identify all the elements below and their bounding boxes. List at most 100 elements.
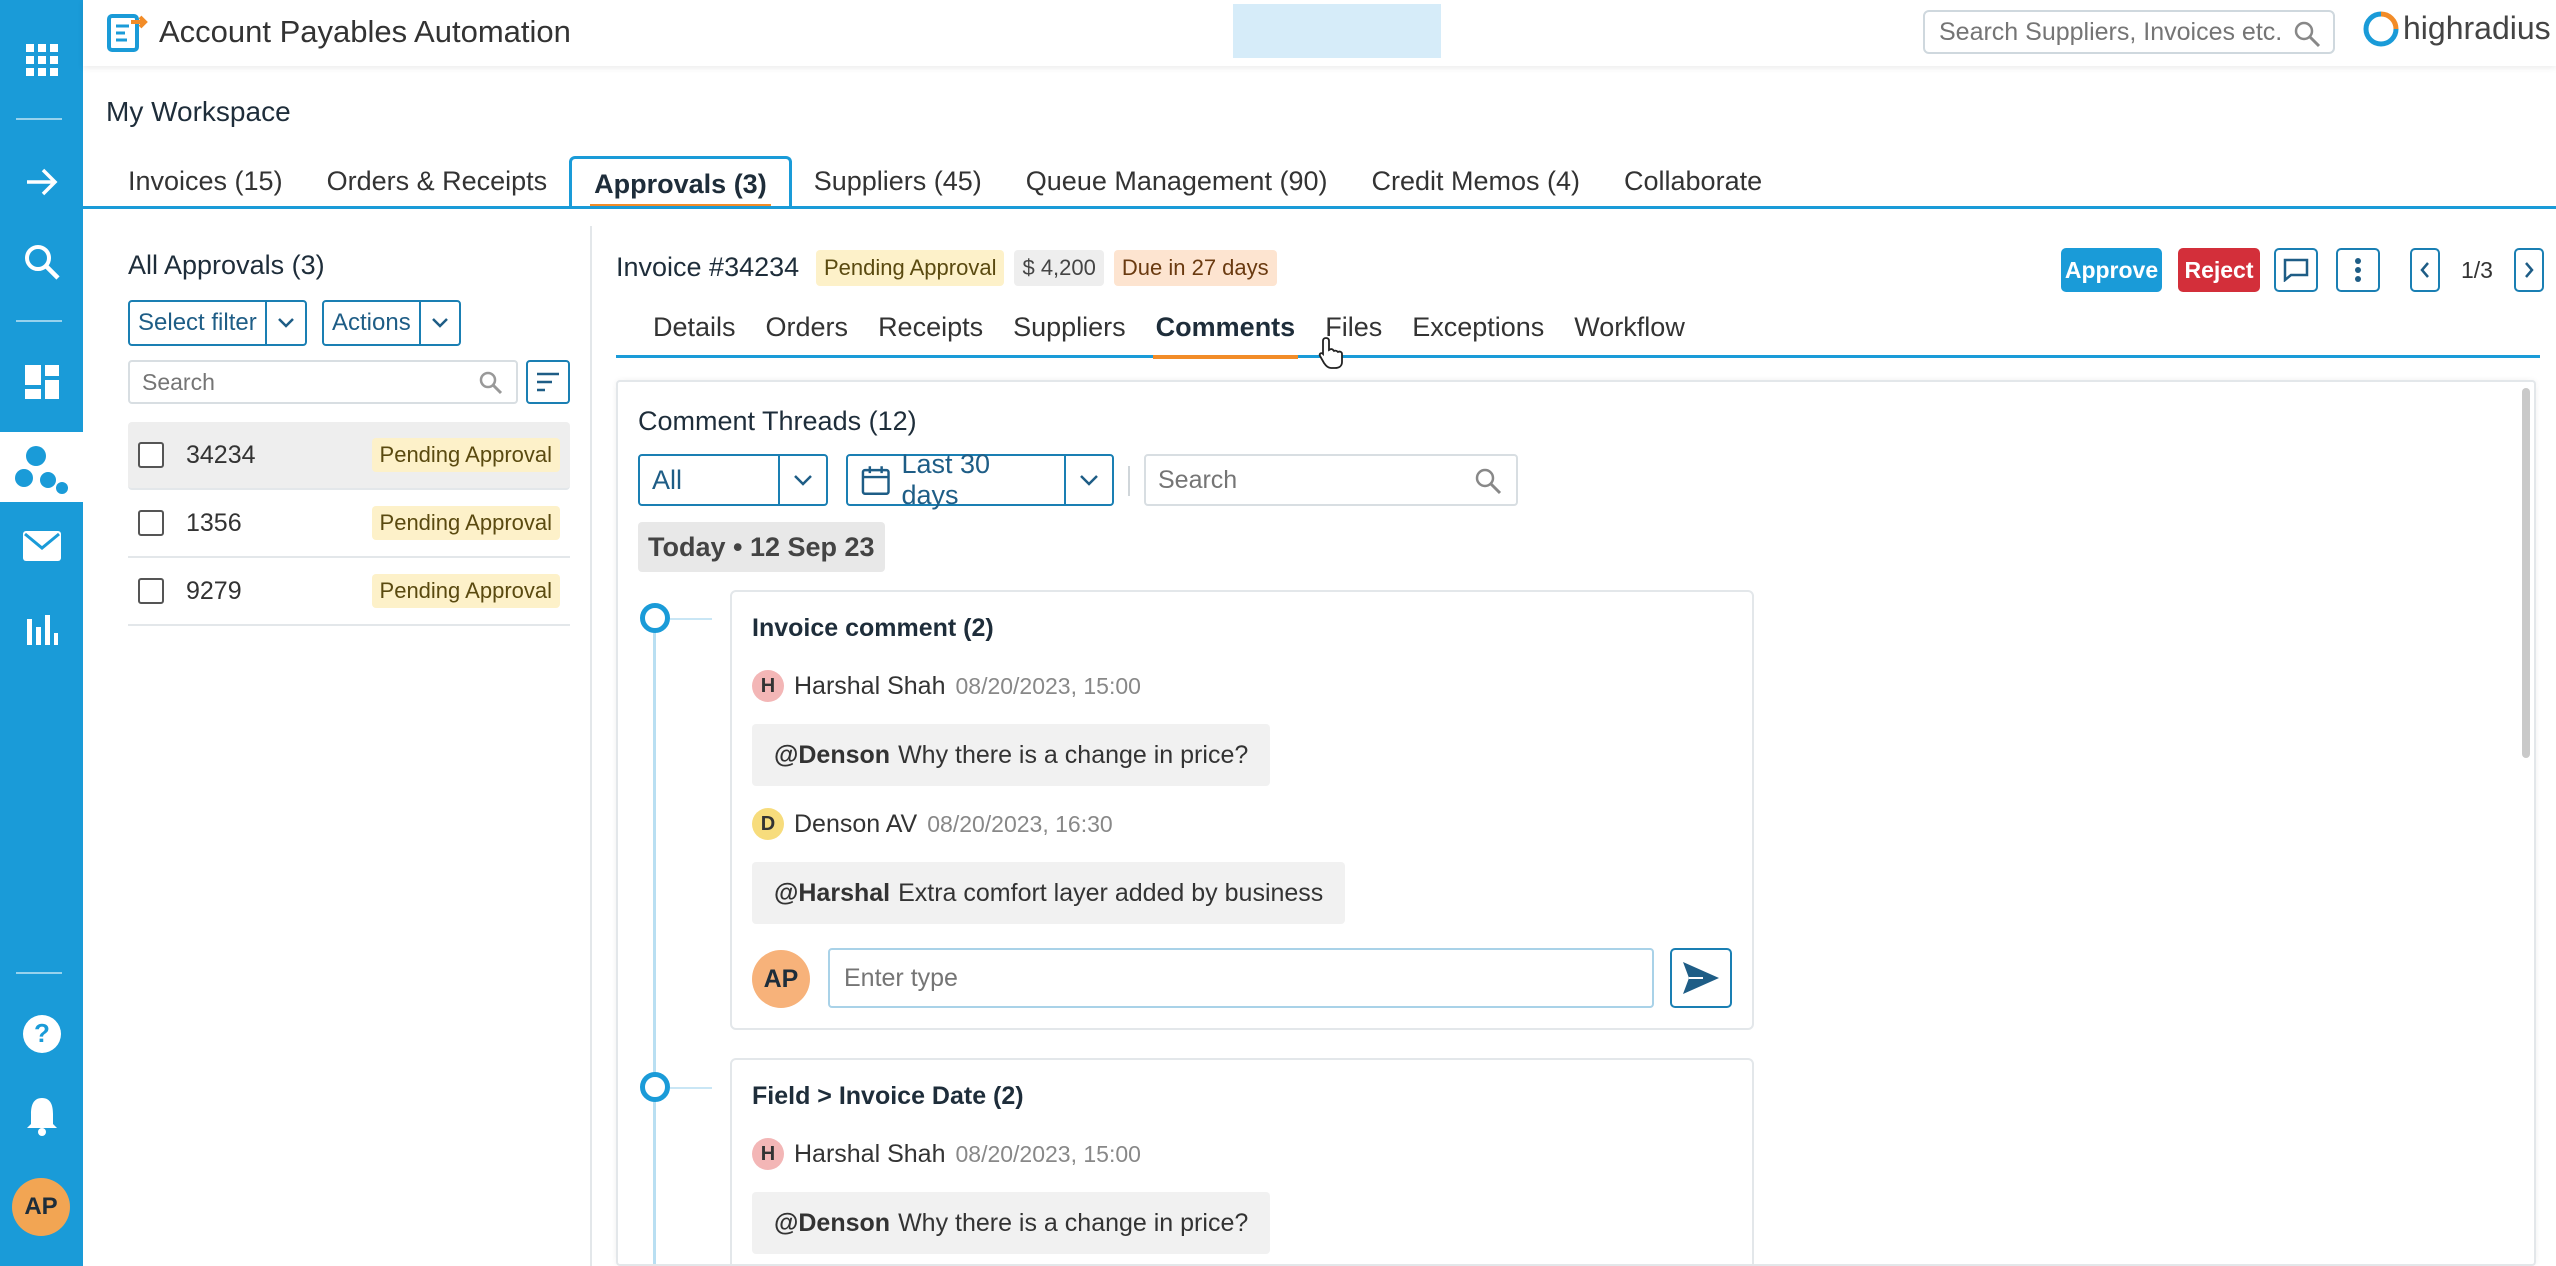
author-name: Denson AV: [794, 809, 918, 838]
invoice-badges: Pending Approval $ 4,200 Due in 27 days: [816, 250, 1277, 286]
tab-exceptions[interactable]: Exceptions: [1397, 312, 1559, 356]
tab-invoices[interactable]: Invoices (15): [106, 156, 305, 208]
list-item[interactable]: 1356 Pending Approval: [128, 490, 570, 558]
rail-divider: [16, 972, 62, 974]
help-icon[interactable]: ?: [0, 1012, 83, 1056]
author-avatar: H: [752, 670, 784, 702]
tab-receipts[interactable]: Receipts: [863, 312, 998, 356]
chevron-down-icon[interactable]: [778, 456, 826, 504]
select-filter-dropdown[interactable]: Select filter: [128, 300, 307, 346]
actions-dropdown[interactable]: Actions: [322, 300, 461, 346]
scrollbar-thumb[interactable]: [2522, 388, 2530, 758]
user-avatar[interactable]: AP: [12, 1178, 70, 1236]
tab-queue-management[interactable]: Queue Management (90): [1004, 156, 1350, 208]
comment-timestamp: 08/20/2023, 15:00: [955, 1140, 1141, 1167]
prev-invoice-button[interactable]: [2410, 248, 2440, 292]
approvals-search-input[interactable]: [130, 362, 460, 402]
brand-logo: highradius: [2363, 10, 2551, 47]
tab-suppliers[interactable]: Suppliers: [998, 312, 1141, 356]
app-title: Account Payables Automation: [159, 14, 571, 49]
comment-author: D Denson AV 08/20/2023, 16:30: [752, 808, 1113, 840]
date-range-value: Last 30 days: [901, 449, 991, 510]
mail-icon[interactable]: [0, 524, 83, 568]
comment-mention[interactable]: @Denson: [774, 741, 890, 770]
send-button[interactable]: [1670, 948, 1732, 1008]
comment-bubble: @Denson Why there is a change in price?: [752, 1192, 1271, 1254]
comment-button[interactable]: [2274, 248, 2318, 292]
comment-text: Why there is a change in price?: [898, 740, 1249, 769]
search-icon[interactable]: [1474, 467, 1502, 500]
reply-avatar: AP: [752, 950, 810, 1008]
next-invoice-button[interactable]: [2514, 248, 2544, 292]
tab-suppliers[interactable]: Suppliers (45): [792, 156, 1004, 208]
comment-timestamp: 08/20/2023, 15:00: [955, 672, 1141, 699]
tab-workflow[interactable]: Workflow: [1559, 312, 1700, 356]
reports-icon[interactable]: [0, 608, 83, 652]
actions-label[interactable]: Actions: [324, 302, 419, 344]
comment-mention[interactable]: @Denson: [774, 1209, 890, 1238]
global-search-input[interactable]: [1925, 12, 2285, 52]
tab-details[interactable]: Details: [616, 312, 751, 356]
search-icon[interactable]: [0, 240, 83, 284]
select-filter-label[interactable]: Select filter: [130, 302, 265, 344]
tab-collaborate[interactable]: Collaborate: [1602, 156, 1784, 208]
search-icon[interactable]: [2293, 20, 2321, 53]
comment-thread: Invoice comment (2) H Harshal Shah 08/20…: [730, 590, 1754, 1030]
comments-search-input[interactable]: [1146, 456, 1446, 504]
comment-text: Why there is a change in price?: [898, 1208, 1249, 1237]
reject-button[interactable]: Reject: [2178, 248, 2260, 292]
status-badge: Pending Approval: [371, 438, 560, 472]
arrow-right-icon[interactable]: [0, 160, 83, 204]
author-avatar: H: [752, 1138, 784, 1170]
tab-credit-memos[interactable]: Credit Memos (4): [1349, 156, 1602, 208]
bell-icon[interactable]: [0, 1094, 83, 1138]
due-badge: Due in 27 days: [1113, 250, 1277, 286]
workspace-tabs: Invoices (15) Orders & Receipts Approval…: [106, 156, 1784, 208]
timeline-connector: [670, 1087, 712, 1089]
approvals-list-title: All Approvals (3): [128, 250, 325, 280]
comment-author: H Harshal Shah 08/20/2023, 15:00: [752, 670, 1141, 702]
row-checkbox[interactable]: [138, 510, 164, 536]
date-range-dropdown[interactable]: Last 30 days: [846, 449, 1114, 510]
author-name: Harshal Shah: [794, 1139, 946, 1168]
timeline-dot: [640, 603, 670, 633]
global-search: [1923, 10, 2335, 54]
page-title: My Workspace: [106, 96, 291, 127]
date-range-selector[interactable]: Last 30 days: [848, 449, 1064, 510]
thread-type-value[interactable]: All: [640, 456, 778, 504]
chevron-down-icon[interactable]: [1064, 456, 1112, 504]
more-options-button[interactable]: [2336, 248, 2380, 292]
comments-panel: Comment Threads (12) All Last 30 days To…: [616, 380, 2536, 1266]
apps-grid-icon[interactable]: [0, 38, 83, 82]
search-icon[interactable]: [478, 370, 504, 401]
dashboard-icon[interactable]: [0, 360, 83, 404]
sort-button[interactable]: [526, 360, 570, 404]
comment-threads-title: Comment Threads (12): [638, 406, 917, 436]
comment-icon: [2283, 258, 2309, 282]
comment-mention[interactable]: @Harshal: [774, 879, 890, 908]
workflow-icon[interactable]: [0, 444, 83, 494]
chevron-down-icon[interactable]: [418, 302, 459, 344]
list-item[interactable]: 9279 Pending Approval: [128, 558, 570, 626]
chevron-right-icon: [2525, 262, 2534, 278]
tab-approvals[interactable]: Approvals (3): [569, 156, 792, 208]
calendar-icon: [861, 466, 890, 495]
tab-comments[interactable]: Comments: [1141, 312, 1311, 359]
comment-thread: Field > Invoice Date (2) H Harshal Shah …: [730, 1058, 1754, 1264]
comment-bubble: @Harshal Extra comfort layer added by bu…: [752, 862, 1346, 924]
reply-input[interactable]: [830, 950, 1630, 1006]
row-checkbox[interactable]: [138, 578, 164, 604]
tabs-underline: [83, 206, 2556, 209]
chevron-down-icon[interactable]: [264, 302, 305, 344]
approve-button[interactable]: Approve: [2061, 248, 2162, 292]
brand-mark-icon: [2363, 11, 2399, 46]
approvals-search: [128, 360, 518, 404]
rail-divider: [16, 320, 62, 322]
tab-orders[interactable]: Orders: [751, 312, 864, 356]
list-item[interactable]: 34234 Pending Approval: [128, 422, 570, 490]
amount-badge: $ 4,200: [1014, 250, 1104, 286]
chevron-left-icon: [2420, 262, 2429, 278]
thread-type-dropdown[interactable]: All: [638, 454, 828, 506]
row-checkbox[interactable]: [138, 442, 164, 468]
tab-orders-receipts[interactable]: Orders & Receipts: [305, 156, 570, 208]
